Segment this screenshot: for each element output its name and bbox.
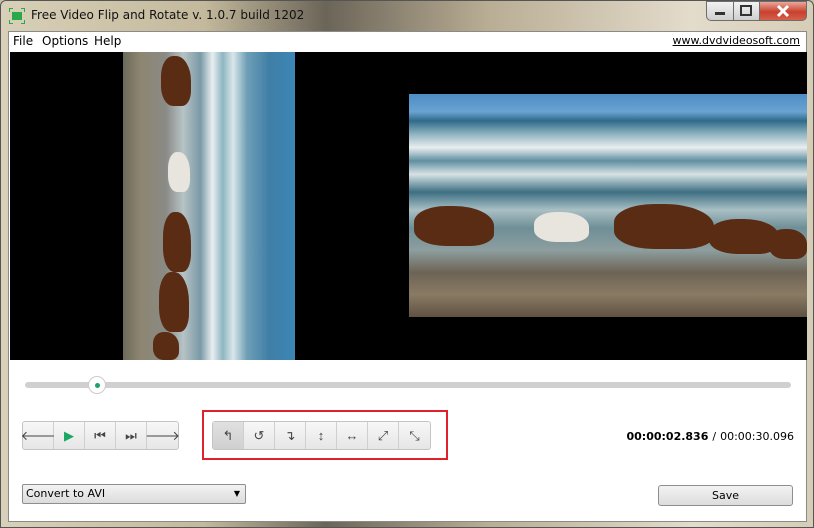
menu-options[interactable]: Options — [42, 34, 88, 48]
app-icon — [9, 8, 25, 24]
play-icon: ▶ — [64, 427, 74, 443]
flip-vertical-button[interactable]: ↕ — [306, 422, 337, 449]
horse-image — [414, 206, 494, 246]
flip-horizontal-button[interactable]: ↔ — [337, 422, 368, 449]
title-bar[interactable]: Free Video Flip and Rotate v. 1.0.7 buil… — [1, 1, 813, 31]
time-display: 00:00:02.836/00:00:30.096 — [627, 430, 795, 443]
diagonal-ne-icon: ⤢ — [377, 427, 389, 443]
window-title: Free Video Flip and Rotate v. 1.0.7 buil… — [31, 8, 305, 22]
app-window: Free Video Flip and Rotate v. 1.0.7 buil… — [0, 0, 814, 528]
step-forward-button[interactable]: 🡒 — [145, 422, 180, 449]
save-button[interactable]: Save — [658, 485, 793, 506]
rotated-video-preview — [123, 52, 295, 360]
rotate-cw-icon: ↴ — [284, 427, 296, 443]
play-button[interactable]: ▶ — [54, 422, 85, 449]
menu-file[interactable]: File — [13, 34, 33, 48]
total-time: 00:00:30.096 — [720, 430, 794, 443]
transform-controls: ↰ ↺ ↴ ↕ ↔ ⤢ ⤡ — [212, 421, 431, 450]
go-to-start-button[interactable]: ⏮ — [85, 422, 116, 449]
flip-vertical-icon: ↕ — [317, 428, 325, 443]
output-format-value: Convert to AVI — [26, 487, 106, 500]
go-to-end-button[interactable]: ⏭ — [116, 422, 147, 449]
current-time: 00:00:02.836 — [626, 430, 709, 443]
close-icon — [776, 4, 790, 18]
arrow-left-icon: 🡐 — [20, 427, 56, 443]
video-preview-area — [10, 52, 807, 360]
horse-image — [161, 56, 191, 106]
playback-controls: 🡐 ▶ ⏮ ⏭ 🡒 — [20, 421, 180, 450]
step-back-button[interactable]: 🡐 — [20, 422, 56, 449]
horse-image — [614, 204, 714, 249]
minimize-button[interactable] — [706, 1, 734, 21]
rotate-right-button[interactable]: ↴ — [275, 422, 306, 449]
arrow-right-icon: 🡒 — [145, 427, 180, 443]
horse-image — [769, 229, 807, 259]
horse-image — [168, 152, 190, 192]
horse-image — [534, 212, 589, 242]
transverse-button[interactable]: ⤡ — [399, 422, 430, 449]
rotate-180-button[interactable]: ↺ — [244, 422, 275, 449]
horse-image — [153, 332, 179, 360]
horse-image — [159, 272, 189, 332]
seek-slider[interactable] — [25, 376, 791, 394]
flip-horizontal-icon: ↔ — [345, 428, 359, 443]
website-link[interactable]: www.dvdvideosoft.com — [673, 34, 800, 47]
dropdown-arrow-icon: ▼ — [233, 489, 240, 498]
seek-slider-thumb[interactable] — [88, 376, 106, 394]
rotate-ccw-icon: ↰ — [222, 427, 234, 443]
maximize-icon — [740, 5, 752, 16]
menu-help[interactable]: Help — [94, 34, 121, 48]
horse-image — [163, 212, 191, 272]
skip-start-icon: ⏮ — [94, 427, 106, 443]
rotate-left-button[interactable]: ↰ — [213, 422, 244, 449]
client-area: File Options Help www.dvdvideosoft.com 🡐… — [8, 31, 807, 522]
maximize-button[interactable] — [733, 1, 760, 21]
menu-bar: File Options Help www.dvdvideosoft.com — [9, 32, 806, 51]
diagonal-se-icon: ⤡ — [409, 427, 420, 443]
minimize-icon — [715, 12, 725, 15]
transpose-button[interactable]: ⤢ — [368, 422, 399, 449]
skip-end-icon: ⏭ — [125, 427, 137, 443]
output-format-select[interactable]: Convert to AVI ▼ — [22, 484, 246, 504]
close-button[interactable] — [759, 1, 807, 21]
time-separator: / — [712, 430, 717, 443]
original-video-preview — [409, 94, 807, 317]
rotate-180-icon: ↺ — [253, 427, 265, 443]
